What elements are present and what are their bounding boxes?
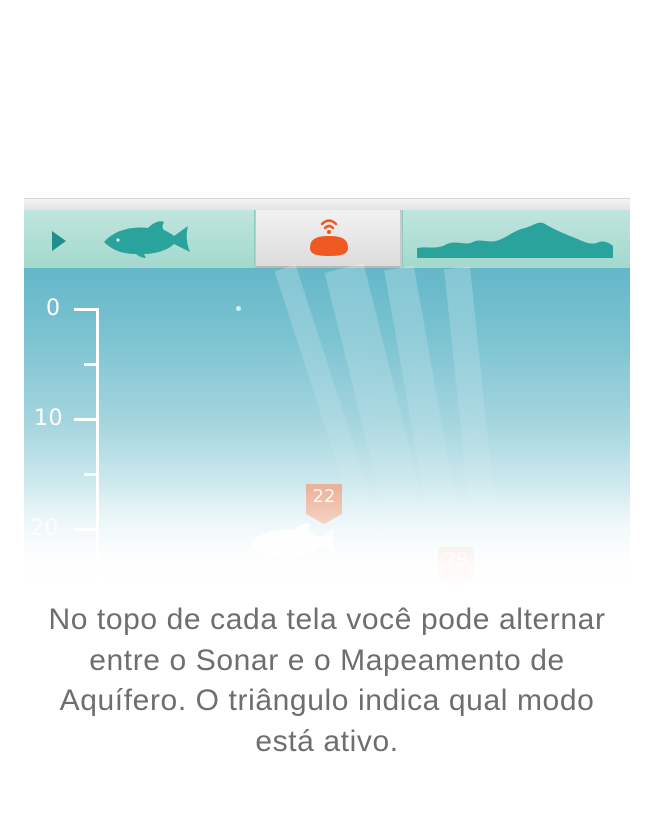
depth-tick: [84, 473, 99, 476]
depth-scale-line: [96, 308, 99, 598]
play-triangle-icon: [52, 231, 66, 251]
caption-text: No topo de cada tela você pode alternar …: [48, 603, 606, 758]
depth-tick: [84, 583, 99, 586]
fish-icon: [104, 221, 190, 258]
depth-label-0: 0: [46, 296, 61, 321]
tab-fish-mode[interactable]: [24, 210, 255, 268]
tab-sonar-mode[interactable]: [255, 210, 401, 268]
depth-tick: [74, 418, 99, 421]
depth-label-10: 10: [34, 406, 63, 431]
bubble: [236, 306, 241, 311]
tab-map-mode[interactable]: [402, 210, 630, 268]
bottom-fade: [24, 488, 630, 618]
depth-tick: [74, 528, 99, 531]
sonar-screen: 22 29 0 10 20: [24, 198, 630, 618]
water-view: 22 29 0 10 20: [24, 263, 630, 618]
sonar-device-icon: [310, 219, 348, 256]
depth-label-20: 20: [30, 516, 59, 541]
depth-profile-icon: [417, 222, 613, 258]
mode-tabs: [24, 210, 630, 268]
depth-tick: [84, 363, 99, 366]
